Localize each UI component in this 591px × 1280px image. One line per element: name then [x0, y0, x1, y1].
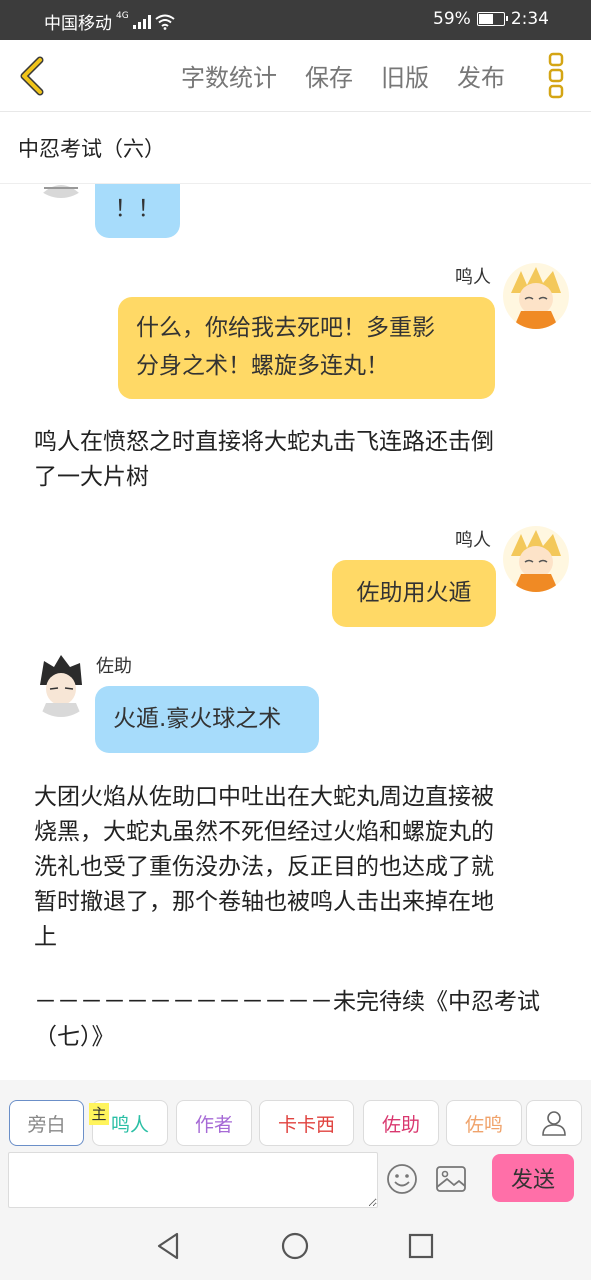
message-bubble[interactable]: ！！	[95, 184, 180, 238]
narration-line: 洗礼也受了重伤没办法，反正目的也达成了就	[34, 854, 494, 880]
nav-home-icon[interactable]	[279, 1230, 311, 1262]
add-role-button[interactable]	[526, 1100, 582, 1146]
narration-line: 上	[34, 924, 57, 950]
sasuke-avatar-icon	[28, 184, 94, 198]
more-menu-icon[interactable]	[543, 52, 569, 100]
message-text: 分身之术！螺旋多连丸！	[136, 353, 389, 379]
avatar[interactable]	[28, 184, 94, 198]
narration-block[interactable]: 鸣人在愤怒之时直接将大蛇丸击飞连路还击倒 了一大片树	[34, 425, 564, 495]
nav-back-icon[interactable]	[153, 1230, 185, 1262]
narration-line: 烧黑，大蛇丸虽然不死但经过火焰和螺旋丸的	[34, 819, 494, 845]
narration-line: 鸣人在愤怒之时直接将大蛇丸击飞连路还击倒	[34, 429, 494, 455]
speaker-name: 佐助	[96, 656, 132, 677]
avatar[interactable]	[28, 651, 94, 717]
narration-line: 暂时撤退了，那个卷轴也被鸣人击出来掉在地	[34, 889, 494, 915]
network-type: 4G	[116, 10, 129, 21]
clock: 2:34	[510, 9, 549, 29]
top-toolbar: 字数统计 保存 旧版 发布	[0, 40, 591, 112]
role-label: 卡卡西	[277, 1113, 335, 1136]
input-row: 发送	[0, 1150, 591, 1208]
status-right: 59% 2:34	[433, 9, 549, 29]
send-button[interactable]: 发送	[492, 1154, 574, 1202]
word-count-button[interactable]: 字数统计	[181, 58, 277, 93]
battery-fill	[478, 14, 493, 24]
avatar[interactable]	[503, 263, 569, 329]
clipped-message: ！！	[0, 184, 591, 244]
battery-icon	[476, 12, 508, 26]
role-button-narrator[interactable]: 旁白	[9, 1100, 84, 1146]
naruto-avatar-icon	[503, 526, 569, 592]
old-version-button[interactable]: 旧版	[381, 58, 429, 93]
message-bubble[interactable]: 火遁.豪火球之术	[95, 686, 319, 753]
back-arrow-icon[interactable]	[12, 52, 56, 100]
narration-line: －－－－－－－－－－－－－未完待续《中忍考试	[34, 989, 540, 1015]
main-role-tag: 主	[89, 1103, 109, 1125]
image-icon[interactable]	[434, 1162, 468, 1196]
role-label: 佐鸣	[464, 1113, 503, 1136]
narration-line: 大团火焰从佐助口中吐出在大蛇丸周边直接被	[34, 784, 494, 810]
nav-recents-icon[interactable]	[405, 1230, 437, 1262]
role-label: 佐助	[381, 1113, 420, 1136]
message-input[interactable]	[8, 1152, 378, 1208]
role-button-author[interactable]: 作者	[176, 1100, 252, 1146]
role-button-sasuke[interactable]: 佐助	[363, 1100, 439, 1146]
message-bubble[interactable]: 佐助用火遁	[332, 560, 496, 627]
role-label: 鸣人	[110, 1113, 149, 1136]
sasuke-avatar-icon	[28, 651, 94, 717]
publish-button[interactable]: 发布	[457, 58, 505, 93]
wifi-icon	[155, 14, 175, 30]
status-bar: 中国移动 4G 59% 2:34	[0, 0, 591, 40]
narration-block[interactable]: －－－－－－－－－－－－－未完待续《中忍考试 （七）》	[34, 985, 564, 1055]
battery-percent: 59%	[433, 9, 471, 29]
speaker-name: 鸣人	[455, 530, 491, 551]
toolbar-actions: 字数统计 保存 旧版 发布	[181, 58, 505, 93]
avatar[interactable]	[503, 526, 569, 592]
speaker-name: 鸣人	[455, 267, 491, 288]
role-button-kakashi[interactable]: 卡卡西	[259, 1100, 354, 1146]
message-text: 什么，你给我去死吧！多重影	[136, 315, 435, 341]
signal-icon	[132, 14, 151, 29]
role-label: 作者	[194, 1113, 233, 1136]
role-button-sasunaru[interactable]: 佐鸣	[446, 1100, 522, 1146]
navigation-bar	[0, 1208, 591, 1280]
role-label: 旁白	[27, 1113, 66, 1136]
narration-block[interactable]: 大团火焰从佐助口中吐出在大蛇丸周边直接被 烧黑，大蛇丸虽然不死但经过火焰和螺旋丸…	[34, 780, 564, 955]
naruto-avatar-icon	[503, 263, 569, 329]
status-left: 中国移动 4G	[44, 9, 175, 34]
message-bubble[interactable]: 什么，你给我去死吧！多重影 分身之术！螺旋多连丸！	[118, 297, 495, 399]
narration-line: （七）》	[34, 1024, 115, 1050]
narration-line: 了一大片树	[34, 464, 149, 490]
emoji-icon[interactable]	[385, 1162, 419, 1196]
save-button[interactable]: 保存	[305, 58, 353, 93]
person-icon	[542, 1111, 566, 1136]
chapter-title: 中忍考试（六）	[18, 137, 165, 161]
carrier-label: 中国移动	[44, 14, 112, 34]
